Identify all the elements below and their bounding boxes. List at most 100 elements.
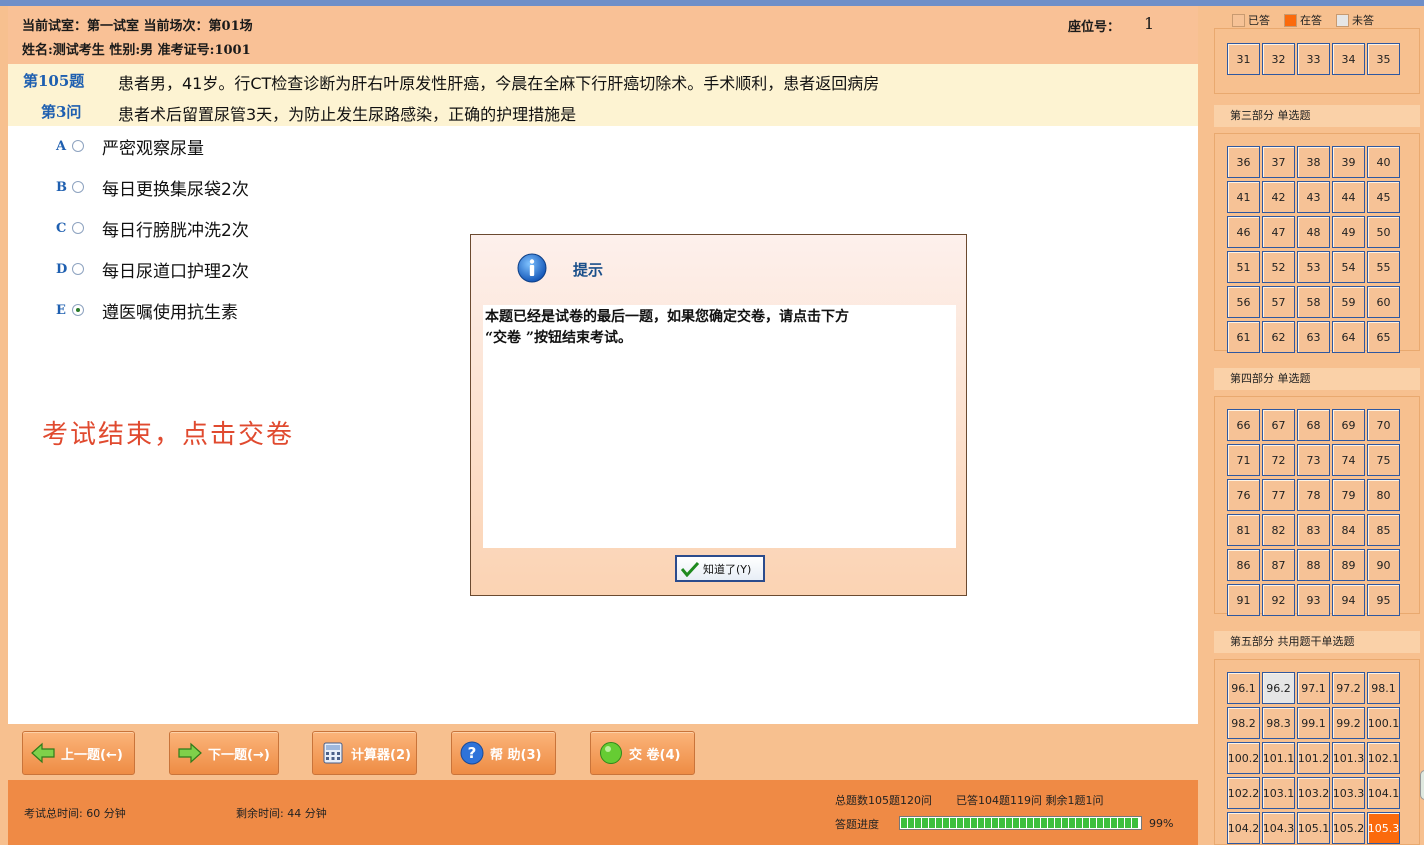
question-nav-cell[interactable]: 35 <box>1367 43 1400 75</box>
question-nav-cell[interactable]: 93 <box>1297 584 1330 616</box>
dialog-ok-button[interactable]: 知道了(Y) <box>675 555 765 582</box>
question-nav-cell[interactable]: 105.2 <box>1332 812 1365 844</box>
option-d-radio[interactable] <box>72 263 84 275</box>
question-nav-cell[interactable]: 101.1 <box>1262 742 1295 774</box>
question-nav-cell[interactable]: 105.1 <box>1297 812 1330 844</box>
question-nav-cell[interactable]: 96.1 <box>1227 672 1260 704</box>
option-d[interactable]: D 每日尿道口护理2次 <box>56 257 249 282</box>
question-nav-cell[interactable]: 66 <box>1227 409 1260 441</box>
question-nav-cell[interactable]: 92 <box>1262 584 1295 616</box>
question-nav-cell[interactable]: 49 <box>1332 216 1365 248</box>
question-nav-cell[interactable]: 38 <box>1297 146 1330 178</box>
question-nav-cell[interactable]: 32 <box>1262 43 1295 75</box>
option-a-radio[interactable] <box>72 140 84 152</box>
question-nav-cell[interactable]: 33 <box>1297 43 1330 75</box>
question-nav-cell[interactable]: 46 <box>1227 216 1260 248</box>
question-nav-cell[interactable]: 62 <box>1262 321 1295 353</box>
question-nav-cell[interactable]: 79 <box>1332 479 1365 511</box>
option-a[interactable]: A 严密观察尿量 <box>56 134 204 159</box>
question-nav-cell[interactable]: 55 <box>1367 251 1400 283</box>
question-nav-cell[interactable]: 68 <box>1297 409 1330 441</box>
prev-question-button[interactable]: 上一题(←) <box>22 731 135 775</box>
option-c-radio[interactable] <box>72 222 84 234</box>
question-nav-cell[interactable]: 99.1 <box>1297 707 1330 739</box>
question-nav-cell[interactable]: 100.1 <box>1367 707 1400 739</box>
question-nav-cell[interactable]: 103.2 <box>1297 777 1330 809</box>
question-nav-cell[interactable]: 74 <box>1332 444 1365 476</box>
submit-button[interactable]: 交 卷(4) <box>590 731 695 775</box>
question-nav-cell[interactable]: 48 <box>1297 216 1330 248</box>
question-nav-cell[interactable]: 77 <box>1262 479 1295 511</box>
question-nav-cell[interactable]: 67 <box>1262 409 1295 441</box>
question-nav-cell[interactable]: 83 <box>1297 514 1330 546</box>
question-nav-cell[interactable]: 42 <box>1262 181 1295 213</box>
question-nav-cell[interactable]: 53 <box>1297 251 1330 283</box>
option-text[interactable]: 严密观察尿量 <box>102 134 204 159</box>
question-nav-cell[interactable]: 98.2 <box>1227 707 1260 739</box>
option-text[interactable]: 遵医嘱使用抗生素 <box>102 298 238 323</box>
question-nav-cell[interactable]: 54 <box>1332 251 1365 283</box>
question-nav-cell[interactable]: 70 <box>1367 409 1400 441</box>
question-nav-cell[interactable]: 43 <box>1297 181 1330 213</box>
option-e[interactable]: E 遵医嘱使用抗生素 <box>56 298 238 323</box>
question-nav-cell[interactable]: 80 <box>1367 479 1400 511</box>
question-nav-cell[interactable]: 61 <box>1227 321 1260 353</box>
question-nav-cell[interactable]: 104.3 <box>1262 812 1295 844</box>
next-question-button[interactable]: 下一题(→) <box>169 731 279 775</box>
question-nav-cell[interactable]: 101.3 <box>1332 742 1365 774</box>
question-nav-cell[interactable]: 98.3 <box>1262 707 1295 739</box>
question-nav-cell[interactable]: 78 <box>1297 479 1330 511</box>
question-nav-cell[interactable]: 96.2 <box>1262 672 1295 704</box>
question-nav-cell[interactable]: 87 <box>1262 549 1295 581</box>
question-nav-cell[interactable]: 72 <box>1262 444 1295 476</box>
question-nav-cell[interactable]: 95 <box>1367 584 1400 616</box>
question-nav-cell[interactable]: 44 <box>1332 181 1365 213</box>
question-nav-cell[interactable]: 97.1 <box>1297 672 1330 704</box>
question-nav-cell[interactable]: 85 <box>1367 514 1400 546</box>
option-c[interactable]: C 每日行膀胱冲洗2次 <box>56 216 249 241</box>
question-nav-cell[interactable]: 103.3 <box>1332 777 1365 809</box>
option-b[interactable]: B 每日更换集尿袋2次 <box>56 175 249 200</box>
question-nav-cell[interactable]: 56 <box>1227 286 1260 318</box>
question-nav-cell[interactable]: 103.1 <box>1262 777 1295 809</box>
question-nav-cell[interactable]: 36 <box>1227 146 1260 178</box>
question-nav-cell[interactable]: 75 <box>1367 444 1400 476</box>
option-e-radio[interactable] <box>72 304 84 316</box>
question-nav-cell[interactable]: 100.2 <box>1227 742 1260 774</box>
question-nav-cell[interactable]: 90 <box>1367 549 1400 581</box>
question-nav-cell[interactable]: 104.1 <box>1367 777 1400 809</box>
question-nav-cell[interactable]: 102.1 <box>1367 742 1400 774</box>
option-b-radio[interactable] <box>72 181 84 193</box>
question-nav-cell[interactable]: 31 <box>1227 43 1260 75</box>
question-nav-cell[interactable]: 101.2 <box>1297 742 1330 774</box>
question-nav-cell[interactable]: 39 <box>1332 146 1365 178</box>
question-nav-cell[interactable]: 82 <box>1262 514 1295 546</box>
panel-scroll-handle[interactable] <box>1420 770 1424 800</box>
question-nav-cell[interactable]: 45 <box>1367 181 1400 213</box>
question-nav-cell[interactable]: 40 <box>1367 146 1400 178</box>
question-nav-cell[interactable]: 102.2 <box>1227 777 1260 809</box>
question-nav-cell[interactable]: 65 <box>1367 321 1400 353</box>
question-nav-cell[interactable]: 71 <box>1227 444 1260 476</box>
question-nav-cell[interactable]: 73 <box>1297 444 1330 476</box>
question-nav-cell[interactable]: 63 <box>1297 321 1330 353</box>
question-nav-cell[interactable]: 81 <box>1227 514 1260 546</box>
question-nav-cell[interactable]: 47 <box>1262 216 1295 248</box>
question-nav-cell[interactable]: 94 <box>1332 584 1365 616</box>
question-nav-cell[interactable]: 97.2 <box>1332 672 1365 704</box>
question-nav-cell[interactable]: 41 <box>1227 181 1260 213</box>
question-nav-cell[interactable]: 105.3 <box>1367 812 1400 844</box>
question-nav-cell[interactable]: 88 <box>1297 549 1330 581</box>
question-nav-cell[interactable]: 99.2 <box>1332 707 1365 739</box>
question-nav-cell[interactable]: 69 <box>1332 409 1365 441</box>
question-nav-cell[interactable]: 59 <box>1332 286 1365 318</box>
question-nav-cell[interactable]: 34 <box>1332 43 1365 75</box>
question-nav-cell[interactable]: 98.1 <box>1367 672 1400 704</box>
question-nav-cell[interactable]: 52 <box>1262 251 1295 283</box>
question-nav-cell[interactable]: 60 <box>1367 286 1400 318</box>
question-nav-cell[interactable]: 91 <box>1227 584 1260 616</box>
question-nav-cell[interactable]: 86 <box>1227 549 1260 581</box>
option-text[interactable]: 每日行膀胱冲洗2次 <box>102 216 249 241</box>
question-nav-cell[interactable]: 64 <box>1332 321 1365 353</box>
question-nav-cell[interactable]: 84 <box>1332 514 1365 546</box>
